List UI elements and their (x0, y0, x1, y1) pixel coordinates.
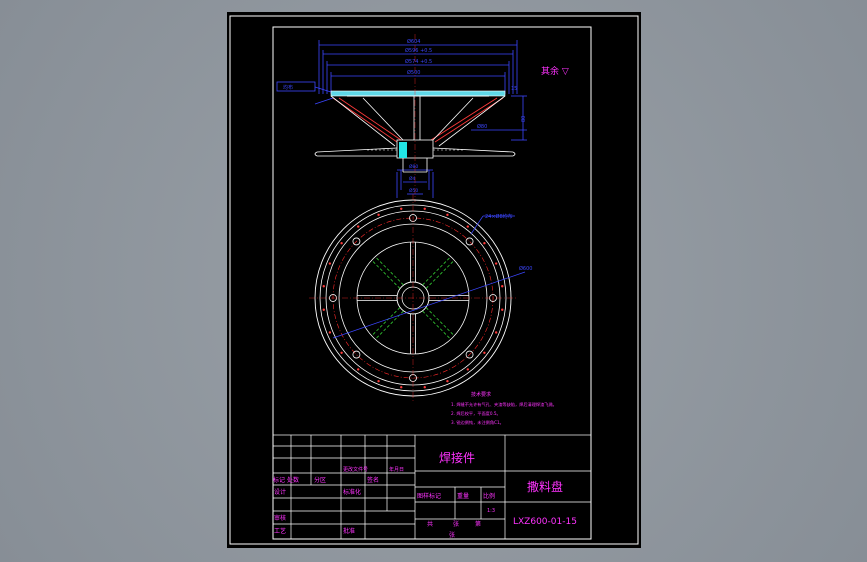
stage-label-1: 重量 (457, 492, 469, 500)
plan-dia-label: Ø600 (519, 265, 532, 272)
spoke-line (374, 256, 404, 286)
mid-label-standard: 标准化 (343, 488, 361, 496)
rim-hole (466, 225, 469, 228)
rim-hole (466, 368, 469, 371)
plan-view (309, 194, 526, 402)
rim-hole (340, 242, 343, 245)
bolt-hole (465, 237, 474, 246)
stage-label-0: 图样标记 (417, 492, 441, 500)
left-label-craft: 工艺 (274, 527, 286, 535)
drawing-sheet: Ø604 Ø596 +0.5 Ø574 +0.5 Ø500 均布 15 80 Ø… (227, 12, 641, 548)
dim-bottom-c: Ø80 (409, 163, 418, 170)
notes-title: 技术要求 (471, 391, 491, 398)
spoke-line (371, 259, 401, 289)
note-line-3: 3. 锐边倒钝，未注倒角C1。 (451, 419, 504, 426)
spoke-line (422, 256, 452, 286)
sheet-label-1: 张 (453, 520, 459, 528)
weld-label: 焊接件 (439, 450, 475, 465)
spoke-line (425, 259, 455, 289)
mid-label-approve: 批准 (343, 527, 355, 535)
rim-hole (357, 368, 360, 371)
spoke-line (425, 307, 455, 337)
dim-second: Ø596 +0.5 (405, 47, 432, 54)
part-name: 撒料盘 (527, 479, 563, 494)
row-label-0: 标记 (273, 476, 285, 484)
rim-hole (322, 285, 325, 288)
row-label-4: 签名 (367, 476, 379, 484)
rim-hole (328, 262, 332, 265)
left-label-review: 审核 (274, 514, 286, 522)
rim-hole (423, 207, 426, 210)
sheet-label-3: 张 (449, 531, 455, 539)
rim-hole (377, 213, 380, 217)
scale-value: 1:3 (487, 508, 495, 514)
plan-holes-label: 24×Ø8均布 (485, 213, 513, 220)
dim-bottom-b: Ø50 (409, 187, 418, 194)
surface-finish-note: 其余 ▽ (541, 65, 569, 77)
dim-third: Ø574 +0.5 (405, 58, 432, 65)
rim-hole (483, 351, 486, 354)
rim-hole (446, 379, 449, 383)
rim-hole (357, 225, 360, 228)
rim-hole (340, 351, 343, 354)
spoke-line (422, 310, 452, 340)
elevation-view (276, 34, 527, 202)
rim-hole (483, 242, 486, 245)
rim-hole (328, 331, 332, 334)
rim-hole (501, 308, 504, 311)
dim-overall: Ø604 (407, 38, 420, 45)
stage-label-2: 比例 (483, 492, 495, 500)
rim-hole (400, 386, 403, 389)
rim-hole (377, 379, 380, 383)
dim-bottom-a: Ø4 (409, 175, 416, 182)
rim-hole (494, 262, 498, 265)
sheet-label-0: 共 (427, 520, 433, 528)
rim-hole (501, 285, 504, 288)
dim-left-box: 均布 (283, 84, 293, 91)
dim-right-small: 15 (511, 86, 517, 92)
row-label-3: 更改文件号 (343, 466, 368, 473)
dim-fourth: Ø500 (407, 69, 420, 76)
row-label-1: 处数 (287, 476, 299, 484)
note-line-2: 2. 焊后校平，平面度0.5。 (451, 410, 501, 417)
rim-hole (446, 213, 449, 217)
left-label-design: 设计 (274, 488, 286, 496)
rim-hole (400, 207, 403, 210)
note-line-1: 1. 焊缝不允许有气孔、夹渣等缺陷，焊后清理焊渣飞溅。 (451, 401, 557, 408)
sheet-label-2: 第 (475, 520, 481, 528)
drawing-number: LXZ600-01-15 (513, 517, 577, 527)
bolt-hole (352, 350, 361, 359)
dim-right-height: 80 (521, 116, 527, 122)
row-label-2: 分区 (314, 476, 326, 484)
rim-hole (322, 308, 325, 311)
rim-hole (423, 386, 426, 389)
cad-drawing: Ø604 Ø596 +0.5 Ø574 +0.5 Ø500 均布 15 80 Ø… (229, 15, 639, 545)
spoke-line (371, 307, 401, 337)
row-label-5: 年月日 (389, 466, 404, 473)
inner-frame (272, 26, 592, 540)
dim-inner-label: Ø80 (477, 123, 487, 130)
rim-hole (494, 331, 498, 334)
